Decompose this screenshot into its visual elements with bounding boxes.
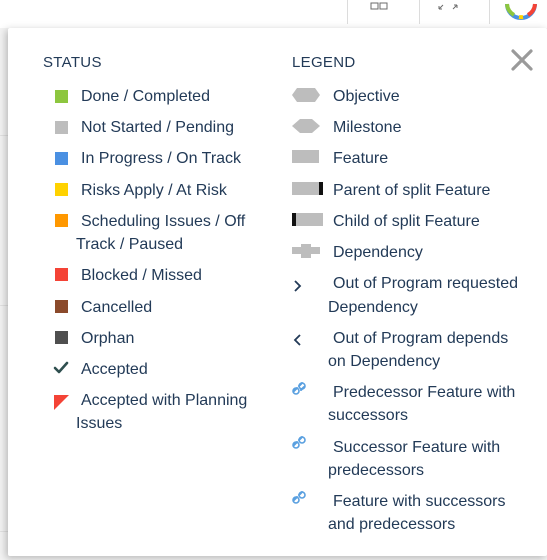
status-item-accepted-issues-line1: Accepted with Planning (81, 392, 248, 409)
status-item-orphan: Orphan (81, 330, 135, 347)
not-started-swatch (55, 121, 68, 134)
legend-item-out-depends-line1: Out of Program depends (333, 330, 509, 347)
layout-toggle-button[interactable] (347, 0, 392, 24)
legend-item-out-requested-line1: Out of Program requested (333, 275, 518, 292)
link-icon (292, 436, 306, 449)
legend-item-objective: Objective (333, 88, 400, 105)
checkmark-icon (53, 361, 69, 374)
link-icon (292, 491, 306, 504)
legend-item-predecessor-line1: Predecessor Feature with (333, 384, 516, 401)
status-item-cancelled: Cancelled (81, 299, 153, 316)
expand-button[interactable] (419, 0, 472, 24)
legend-item-feature: Feature (333, 150, 389, 167)
legend-item-predecessor-line2: successors (328, 407, 409, 424)
dependency-icon (292, 244, 320, 258)
orphan-swatch (55, 331, 68, 344)
at-risk-swatch (55, 183, 68, 196)
chevron-left-icon (293, 334, 301, 346)
legend-item-milestone: Milestone (333, 119, 402, 136)
legend-item-successor-line1: Successor Feature with (333, 439, 501, 456)
status-item-accepted-issues-line2: Issues (76, 415, 123, 432)
legend-heading: LEGEND (292, 54, 356, 71)
chevron-right-icon (294, 280, 302, 292)
status-item-scheduling-line2: Track / Paused (76, 236, 184, 253)
link-icon (292, 382, 306, 395)
legend-item-out-requested-line2: Dependency (328, 299, 418, 316)
hexagon-icon (292, 88, 320, 102)
status-item-in-progress: In Progress / On Track (81, 150, 242, 167)
status-item-accepted: Accepted (81, 361, 148, 378)
status-item-scheduling-line1: Scheduling Issues / Off (81, 213, 246, 230)
feature-bar-icon (292, 150, 319, 163)
status-item-at-risk: Risks Apply / At Risk (81, 182, 227, 199)
legend-item-child-split: Child of split Feature (333, 213, 480, 230)
cancelled-swatch (55, 300, 68, 313)
in-progress-swatch (55, 152, 68, 165)
scheduling-issues-swatch (55, 214, 68, 227)
child-split-icon (292, 213, 323, 226)
expand-icon (438, 4, 458, 10)
legend-item-dependency: Dependency (333, 244, 423, 261)
red-corner-flag-icon (54, 395, 69, 410)
legend-item-parent-split: Parent of split Feature (333, 182, 491, 199)
status-heading: STATUS (43, 54, 102, 71)
blocked-swatch (55, 268, 68, 281)
donut-status-icon (505, 3, 537, 20)
done-swatch (55, 90, 68, 103)
legend-item-both-line1: Feature with successors (333, 493, 506, 510)
status-item-done: Done / Completed (81, 88, 210, 105)
status-legend-button[interactable] (489, 0, 547, 24)
close-icon[interactable] (510, 48, 534, 72)
status-item-not-started: Not Started / Pending (81, 119, 234, 136)
status-item-blocked: Blocked / Missed (81, 267, 202, 284)
legend-item-out-depends-line2: on Dependency (328, 353, 441, 370)
layout-icon (370, 2, 388, 10)
legend-item-both-line2: and predecessors (328, 516, 456, 533)
legend-item-successor-line2: predecessors (328, 462, 425, 479)
parent-split-icon (292, 182, 323, 195)
diamond-bar-icon (292, 119, 320, 133)
